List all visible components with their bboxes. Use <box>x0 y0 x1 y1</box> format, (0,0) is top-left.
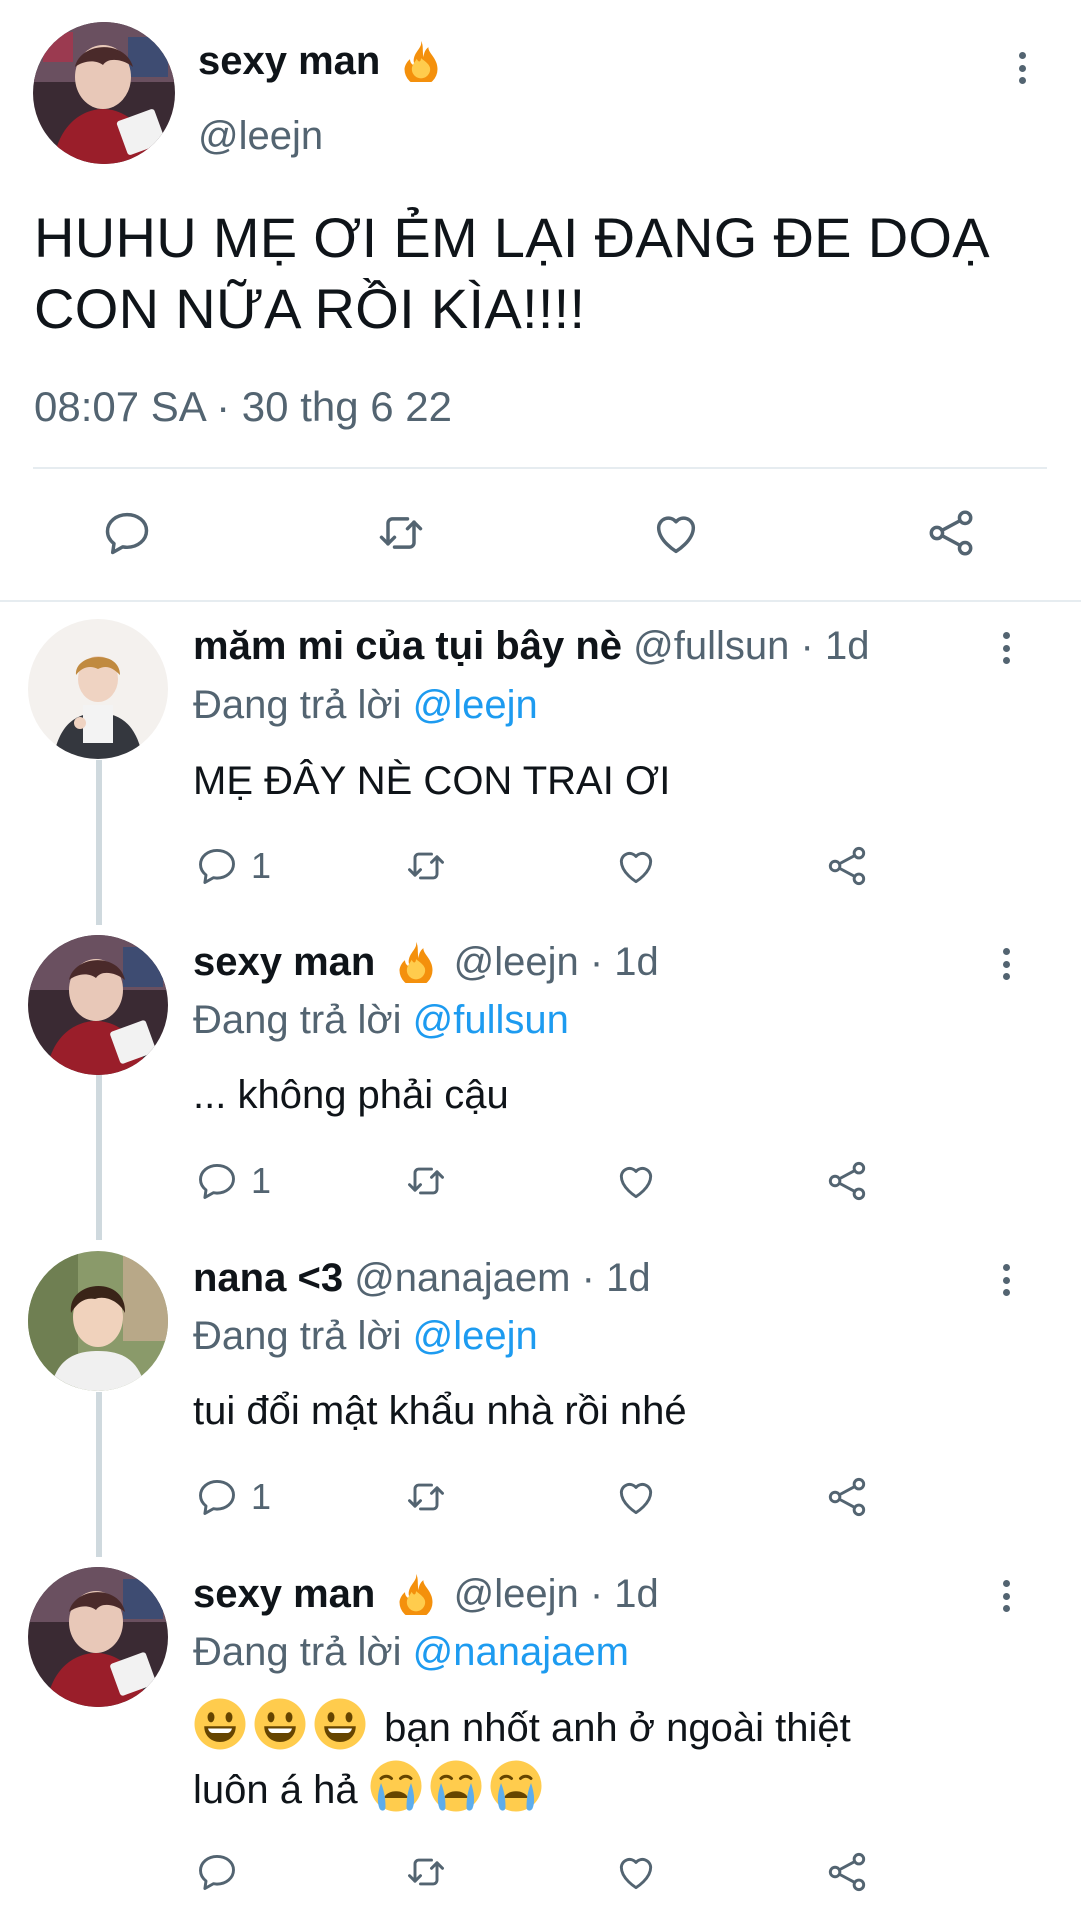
reply-header[interactable]: măm mi của tụi bây nè @fullsun · 1d <box>193 621 869 671</box>
reply-author-name: măm mi của tụi bây nè <box>193 624 623 668</box>
more-options-icon[interactable] <box>995 942 1017 986</box>
reply-count: 1 <box>251 845 272 886</box>
more-options-icon[interactable] <box>995 1574 1017 1618</box>
reply-icon[interactable] <box>195 844 239 888</box>
share-icon[interactable] <box>825 1475 869 1519</box>
reply-author-name: sexy man <box>193 940 376 984</box>
replying-to: Đang trả lời @fullsun <box>193 998 569 1042</box>
loudly-crying-emoji-icon <box>489 1759 543 1813</box>
loudly-crying-emoji-icon <box>369 1759 423 1813</box>
mention-link[interactable]: @nanajaem <box>413 1630 629 1674</box>
reply-actions <box>0 1850 1081 1894</box>
author-handle[interactable]: @leejn <box>198 111 323 161</box>
more-options-icon[interactable] <box>995 626 1017 670</box>
reply-author-handle: @nanajaem <box>354 1256 571 1300</box>
smiley-emoji-icon <box>253 1697 307 1751</box>
thread-line <box>96 1075 102 1240</box>
reply-time: 1d <box>824 624 870 668</box>
reply-author-name: nana <3 <box>193 1256 344 1300</box>
reply-actions: 1 <box>0 844 1081 888</box>
reply-header[interactable]: nana <3 @nanajaem · 1d <box>193 1253 651 1303</box>
reply-icon[interactable] <box>195 1159 239 1203</box>
retweet-icon[interactable] <box>404 1850 448 1894</box>
smiley-emoji-icon <box>193 1697 247 1751</box>
reply-time: 1d <box>614 1572 659 1616</box>
reply-author-handle: @fullsun <box>633 624 790 668</box>
reply-count: 1 <box>251 1476 272 1517</box>
loudly-crying-emoji-icon <box>429 1759 483 1813</box>
like-icon[interactable] <box>614 1850 658 1894</box>
replying-to: Đang trả lời @nanajaem <box>193 1630 629 1674</box>
reply-text: tui đổi mật khẩu nhà rồi nhé <box>193 1389 687 1433</box>
like-icon[interactable] <box>614 844 658 888</box>
reply-icon[interactable] <box>101 507 153 559</box>
like-icon[interactable] <box>614 1475 658 1519</box>
section-divider <box>0 600 1081 602</box>
share-icon[interactable] <box>825 1159 869 1203</box>
smiley-emoji-icon <box>313 1697 367 1751</box>
reply-icon[interactable] <box>195 1850 239 1894</box>
author-name[interactable]: sexy man <box>198 36 443 86</box>
tweet-timestamp[interactable]: 08:07 SA · 30 thg 6 22 <box>34 382 452 432</box>
retweet-icon[interactable] <box>375 507 427 559</box>
reply-author-handle: @leejn <box>453 1572 579 1616</box>
thread-line <box>96 760 102 925</box>
more-options-icon[interactable] <box>995 1258 1017 1302</box>
mention-link[interactable]: @leejn <box>413 1314 538 1358</box>
tweet-text: HUHU MẸ ƠI ẺM LẠI ĐANG ĐE DOẠ CON NỮA RỒ… <box>34 206 990 340</box>
reply-avatar[interactable] <box>28 1567 168 1707</box>
reply-time: 1d <box>606 1256 651 1300</box>
reply-text: ... không phải cậu <box>193 1073 509 1117</box>
share-icon[interactable] <box>825 844 869 888</box>
mention-link[interactable]: @leejn <box>413 683 538 727</box>
retweet-icon[interactable] <box>404 844 448 888</box>
retweet-icon[interactable] <box>404 1159 448 1203</box>
reply-actions: 1 <box>0 1159 1081 1203</box>
reply-time: 1d <box>614 940 659 984</box>
author-avatar[interactable] <box>33 22 175 164</box>
reply-text: bạn nhốt anh ở ngoài thiệt luôn á hả <box>193 1697 1023 1821</box>
like-icon[interactable] <box>614 1159 658 1203</box>
like-icon[interactable] <box>650 507 702 559</box>
replying-to: Đang trả lời @leejn <box>193 1314 538 1358</box>
reply-header[interactable]: sexy man @leejn · 1d <box>193 937 659 987</box>
retweet-icon[interactable] <box>404 1475 448 1519</box>
reply-actions: 1 <box>0 1475 1081 1519</box>
mention-link[interactable]: @fullsun <box>413 998 569 1042</box>
divider <box>33 467 1047 469</box>
replying-to: Đang trả lời @leejn <box>193 683 538 727</box>
reply-header[interactable]: sexy man @leejn · 1d <box>193 1569 659 1619</box>
share-icon[interactable] <box>825 1850 869 1894</box>
reply-author-name: sexy man <box>193 1572 376 1616</box>
fire-emoji-icon <box>394 1571 438 1615</box>
reply-avatar[interactable] <box>28 1251 168 1391</box>
fire-emoji-icon <box>394 939 438 983</box>
reply-author-handle: @leejn <box>453 940 579 984</box>
more-options-icon[interactable] <box>1011 46 1033 90</box>
fire-emoji-icon <box>399 38 443 82</box>
reply-count: 1 <box>251 1160 272 1201</box>
reply-avatar[interactable] <box>28 935 168 1075</box>
reply-icon[interactable] <box>195 1475 239 1519</box>
reply-text: MẸ ĐÂY NÈ CON TRAI ƠI <box>193 759 671 803</box>
reply-avatar[interactable] <box>28 619 168 759</box>
share-icon[interactable] <box>925 507 977 559</box>
